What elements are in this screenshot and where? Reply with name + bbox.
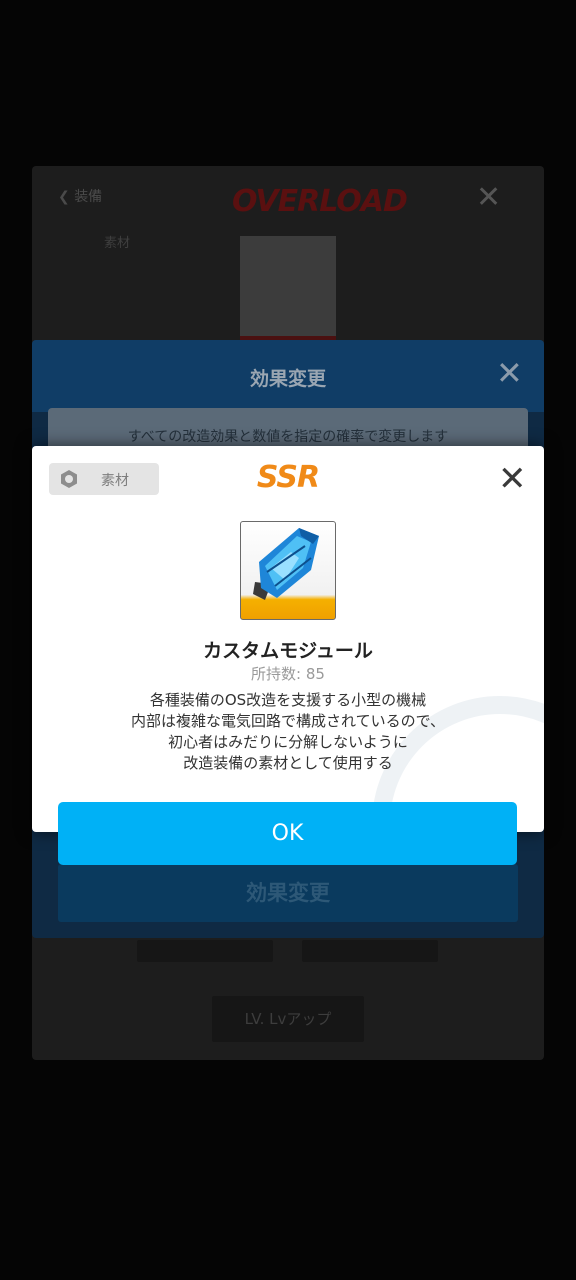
item-name: カスタムモジュール xyxy=(203,640,373,662)
item-detail-dialog: 素材 SSR ✕ カスタムモジュール 所持数: 85 各種装備のOS改造を支援す… xyxy=(32,446,544,832)
effect-panel-close-icon: ✕ xyxy=(496,354,523,392)
effect-description: すべての改造効果と数値を指定の確率で変更します xyxy=(127,429,449,445)
lv-up-button: LV. Lvアップ xyxy=(212,996,364,1042)
sub-nav-label: 素材 xyxy=(104,236,131,251)
item-description: 各種装備のOS改造を支援する小型の機械 内部は複雑な電気回路で構成されているので… xyxy=(32,690,544,774)
effect-change-button: 効果変更 xyxy=(58,864,518,922)
ok-button[interactable]: OK xyxy=(58,802,517,865)
item-description-line: 初心者はみだりに分解しないように xyxy=(168,733,408,751)
item-description-line: 各種装備のOS改造を支援する小型の機械 xyxy=(149,691,427,709)
back-nav: ❮ 装備 xyxy=(58,186,102,206)
overload-logo: OVERLOAD xyxy=(232,184,408,219)
rarity-label: SSR xyxy=(256,460,320,495)
nav-label: 装備 xyxy=(74,189,103,205)
item-owned-count: 所持数: 85 xyxy=(251,665,325,683)
effect-panel-title: 効果変更 xyxy=(249,368,326,390)
item-icon-frame xyxy=(240,521,336,620)
item-description-line: 改造装備の素材として使用する xyxy=(183,754,393,772)
item-description-line: 内部は複雑な電気回路で構成されているので、 xyxy=(131,712,445,730)
equipment-thumbnail xyxy=(240,236,336,340)
back-option-left xyxy=(137,940,273,962)
background-scenery xyxy=(10,60,20,95)
blue-crystal-module-icon xyxy=(253,528,319,600)
back-option-right xyxy=(302,940,438,962)
back-arrow-icon: ❮ xyxy=(58,189,70,205)
overload-close-icon: ✕ xyxy=(476,180,502,215)
dialog-close-icon[interactable]: ✕ xyxy=(498,462,527,496)
